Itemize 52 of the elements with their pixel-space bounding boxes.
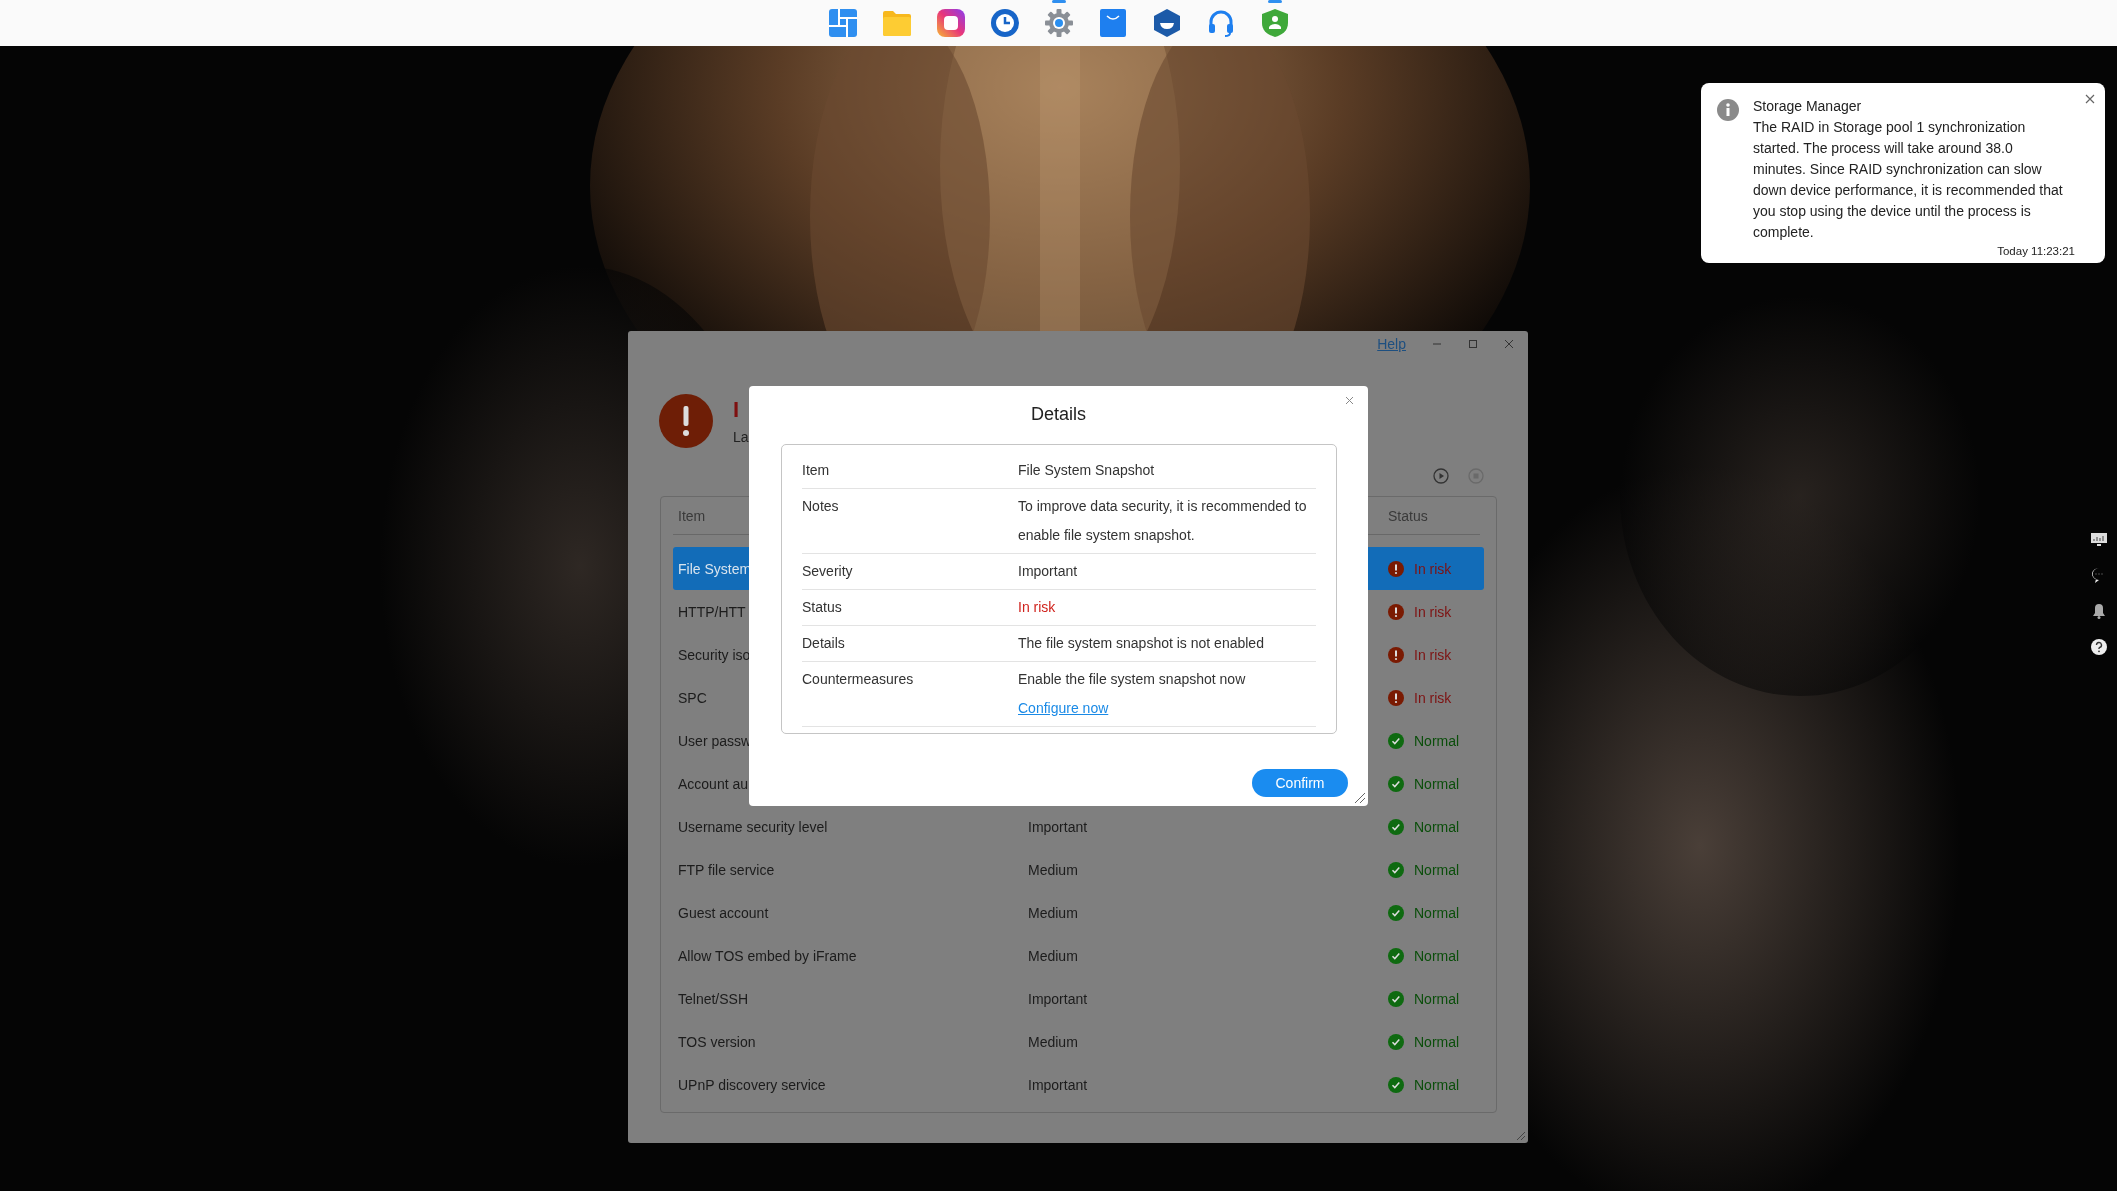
status-text: In risk — [1414, 603, 1452, 620]
item-cell: SPC — [678, 689, 707, 706]
status-text: In risk — [1414, 560, 1452, 577]
item-cell: TOS version — [678, 1033, 756, 1050]
column-header: Item — [678, 507, 707, 524]
status-text: Normal — [1414, 1076, 1460, 1093]
notification-title: Storage Manager — [1753, 97, 1863, 116]
severity-cell: Medium — [1028, 1033, 1078, 1050]
field-label: Item — [802, 461, 831, 480]
field-label: Notes — [802, 497, 840, 516]
status-text: In risk — [1414, 689, 1452, 706]
status-text: Normal — [1414, 861, 1460, 878]
status-text: Normal — [1414, 947, 1460, 964]
scan-time-text: La — [733, 429, 749, 445]
status-text: Normal — [1414, 1033, 1460, 1050]
field-label: Status — [802, 598, 843, 617]
item-cell: HTTP/HTT — [678, 603, 746, 620]
status-text: Normal — [1414, 775, 1460, 792]
status-text: Normal — [1414, 818, 1460, 835]
field-value: Important — [1018, 562, 1079, 581]
item-cell: Security iso — [678, 646, 751, 663]
item-cell: UPnP discovery service — [678, 1076, 826, 1093]
field-label: Severity — [802, 562, 854, 581]
field-value: In risk — [1018, 598, 1057, 617]
item-cell: Account au — [678, 775, 749, 792]
field-value: The file system snapshot is not enabled — [1018, 634, 1265, 653]
status-text: Normal — [1414, 732, 1460, 749]
status-text: In risk — [1414, 646, 1452, 663]
status-text: Normal — [1414, 990, 1460, 1007]
item-cell: Telnet/SSH — [678, 990, 749, 1007]
severity-cell: Important — [1028, 990, 1088, 1007]
item-cell: Username security level — [678, 818, 828, 835]
severity-cell: Medium — [1028, 947, 1078, 964]
item-cell: Allow TOS embed by iFrame — [678, 947, 857, 964]
column-header: Status — [1388, 507, 1429, 524]
severity-cell: Important — [1028, 818, 1088, 835]
field-label: Countermeasures — [802, 670, 915, 689]
item-cell: FTP file service — [678, 861, 775, 878]
item-cell: Guest account — [678, 904, 769, 921]
severity-cell: Medium — [1028, 861, 1078, 878]
field-value: To improve data security, it is recommended to enable file system snapshot. — [1018, 497, 1308, 545]
field-value: Enable the file system snapshot now Configure now — [1018, 670, 1247, 718]
status-heading: I — [733, 397, 741, 423]
severity-cell: Medium — [1028, 904, 1078, 921]
notification-message: The RAID in Storage pool 1 synchronization started. The process will take around 38.0 minutes. Since RAID synchronization can slow down device performance, it is recommended that you stop using the device until the process is complete. — [1753, 118, 2064, 242]
severity-cell: Important — [1028, 1076, 1088, 1093]
status-text: Normal — [1414, 904, 1460, 921]
field-label: Details — [802, 634, 846, 653]
item-cell: User passw — [678, 732, 752, 749]
notification-time: Today 11:23:21 — [1997, 245, 2075, 257]
dialog-title: Details — [1030, 404, 1087, 425]
field-value: File System Snapshot — [1018, 461, 1156, 480]
